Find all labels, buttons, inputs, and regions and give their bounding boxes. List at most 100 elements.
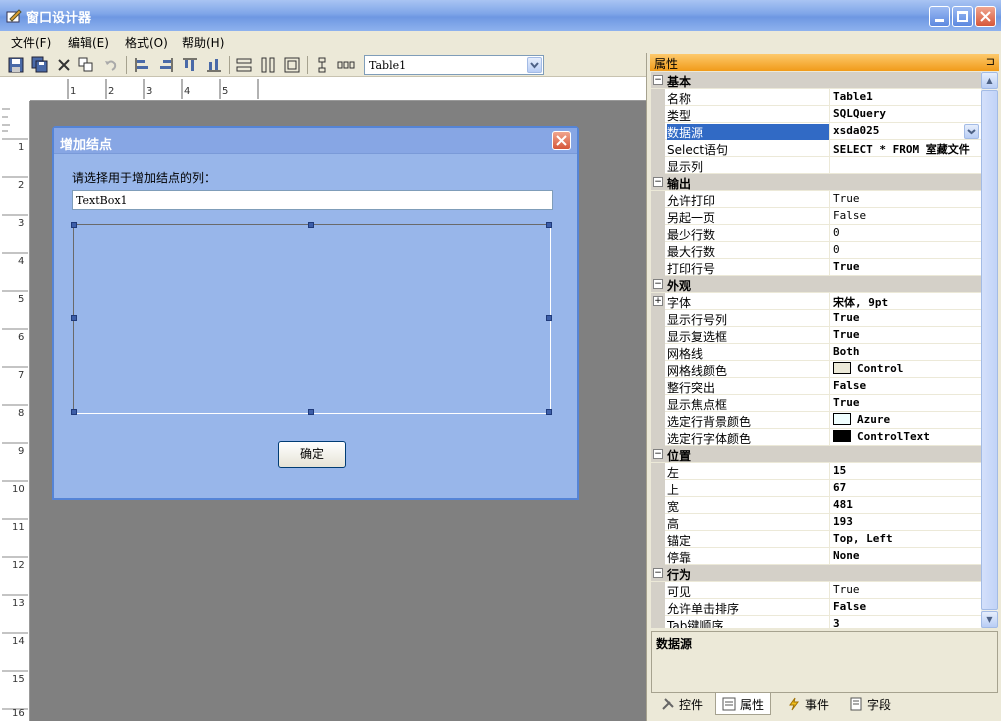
property-value[interactable]: 3 xyxy=(831,617,981,628)
property-row[interactable]: 允许单击排序 False xyxy=(651,599,981,616)
property-value[interactable]: False xyxy=(831,209,981,225)
column-divider[interactable] xyxy=(829,548,830,565)
property-row[interactable]: 停靠 None xyxy=(651,548,981,565)
tab-events[interactable]: 事件 xyxy=(781,693,835,715)
property-value[interactable]: 15 xyxy=(831,464,981,480)
property-value[interactable]: SQLQuery xyxy=(831,107,981,123)
column-divider[interactable] xyxy=(829,463,830,480)
property-row[interactable]: 左 15 xyxy=(651,463,981,480)
resize-handle[interactable] xyxy=(71,315,77,321)
property-value[interactable]: Top, Left xyxy=(831,532,981,548)
resize-handle[interactable] xyxy=(546,222,552,228)
column-divider[interactable] xyxy=(829,208,830,225)
column-divider[interactable] xyxy=(829,310,830,327)
align-right-icon[interactable] xyxy=(157,56,175,74)
property-row[interactable]: 显示复选框 True xyxy=(651,327,981,344)
property-row[interactable]: 最大行数 0 xyxy=(651,242,981,259)
property-row[interactable]: 允许打印 True xyxy=(651,191,981,208)
column-divider[interactable] xyxy=(829,89,830,106)
resize-handle[interactable] xyxy=(546,315,552,321)
property-row[interactable]: 选定行字体颜色 ControlText xyxy=(651,429,981,446)
property-value[interactable]: 宋体, 9pt xyxy=(831,294,981,310)
property-row[interactable]: + 字体 宋体, 9pt xyxy=(651,293,981,310)
same-height-icon[interactable] xyxy=(259,56,277,74)
property-category[interactable]: − 行为 xyxy=(651,565,981,582)
resize-handle[interactable] xyxy=(71,222,77,228)
property-grid[interactable]: − 基本 名称 Table1 类型 SQLQuery 数据源 xsda025 Select语句 S… xyxy=(651,72,981,628)
menu-format[interactable]: 格式(O) xyxy=(125,34,168,51)
align-left-icon[interactable] xyxy=(133,56,151,74)
property-category[interactable]: − 外观 xyxy=(651,276,981,293)
collapse-icon[interactable]: − xyxy=(653,75,663,85)
horizontal-spacing-icon[interactable] xyxy=(337,56,355,74)
property-value[interactable]: 0 xyxy=(831,226,981,242)
column-divider[interactable] xyxy=(829,140,830,157)
column-divider[interactable] xyxy=(829,191,830,208)
column-divider[interactable] xyxy=(829,582,830,599)
column-divider[interactable] xyxy=(829,412,830,429)
save-all-icon[interactable] xyxy=(31,56,49,74)
undo-icon[interactable] xyxy=(102,56,120,74)
chevron-down-icon[interactable] xyxy=(964,124,979,139)
property-row[interactable]: 数据源 xsda025 xyxy=(651,123,981,140)
table1-grid[interactable] xyxy=(73,224,551,414)
property-row[interactable]: 锚定 Top, Left xyxy=(651,531,981,548)
dialog-close-button[interactable] xyxy=(552,131,571,150)
resize-handle[interactable] xyxy=(308,409,314,415)
property-value[interactable]: True xyxy=(831,260,981,276)
property-value[interactable]: SELECT * FROM 室藏文件 xyxy=(831,141,981,157)
column-divider[interactable] xyxy=(829,361,830,378)
property-value[interactable]: Both xyxy=(831,345,981,361)
resize-handle[interactable] xyxy=(71,409,77,415)
scroll-down-button[interactable]: ▼ xyxy=(981,611,998,628)
copy-icon[interactable] xyxy=(77,56,95,74)
property-row[interactable]: 选定行背景颜色 Azure xyxy=(651,412,981,429)
column-divider[interactable] xyxy=(829,616,830,628)
collapse-icon[interactable]: − xyxy=(653,279,663,289)
column-divider[interactable] xyxy=(829,106,830,123)
property-row[interactable]: 显示焦点框 True xyxy=(651,395,981,412)
column-divider[interactable] xyxy=(829,242,830,259)
property-value[interactable]: Azure xyxy=(831,413,981,429)
scroll-thumb[interactable] xyxy=(981,90,998,610)
property-value[interactable]: ControlText xyxy=(831,430,981,446)
property-row[interactable]: 显示列 xyxy=(651,157,981,174)
property-value[interactable]: 193 xyxy=(831,515,981,531)
tab-fields[interactable]: 字段 xyxy=(843,693,897,715)
property-category[interactable]: − 位置 xyxy=(651,446,981,463)
align-bottom-icon[interactable] xyxy=(205,56,223,74)
save-icon[interactable] xyxy=(7,56,25,74)
same-width-icon[interactable] xyxy=(235,56,253,74)
textbox1[interactable]: TextBox1 xyxy=(72,190,553,210)
property-row[interactable]: 上 67 xyxy=(651,480,981,497)
property-row[interactable]: Select语句 SELECT * FROM 室藏文件 xyxy=(651,140,981,157)
column-divider[interactable] xyxy=(829,480,830,497)
property-row[interactable]: 类型 SQLQuery xyxy=(651,106,981,123)
property-value[interactable]: 0 xyxy=(831,243,981,259)
expand-icon[interactable]: + xyxy=(653,296,663,306)
property-row[interactable]: 名称 Table1 xyxy=(651,89,981,106)
property-row[interactable]: 打印行号 True xyxy=(651,259,981,276)
property-row[interactable]: 另起一页 False xyxy=(651,208,981,225)
property-value[interactable]: True xyxy=(831,311,981,327)
property-row[interactable]: 高 193 xyxy=(651,514,981,531)
property-value[interactable]: True xyxy=(831,328,981,344)
delete-icon[interactable] xyxy=(55,56,73,74)
property-value[interactable]: True xyxy=(831,396,981,412)
property-value[interactable]: Control xyxy=(831,362,981,378)
column-divider[interactable] xyxy=(829,599,830,616)
collapse-icon[interactable]: − xyxy=(653,177,663,187)
property-value[interactable] xyxy=(831,158,981,174)
property-row[interactable]: 显示行号列 True xyxy=(651,310,981,327)
chevron-down-icon[interactable] xyxy=(527,57,542,73)
column-divider[interactable] xyxy=(829,259,830,276)
property-row[interactable]: 整行突出 False xyxy=(651,378,981,395)
column-divider[interactable] xyxy=(829,395,830,412)
vertical-spacing-icon[interactable] xyxy=(313,56,331,74)
tab-controls[interactable]: 控件 xyxy=(655,693,709,715)
column-divider[interactable] xyxy=(829,327,830,344)
tab-properties[interactable]: 属性 xyxy=(715,693,772,715)
menu-file[interactable]: 文件(F) xyxy=(11,34,51,51)
property-category[interactable]: − 输出 xyxy=(651,174,981,191)
column-divider[interactable] xyxy=(829,429,830,446)
